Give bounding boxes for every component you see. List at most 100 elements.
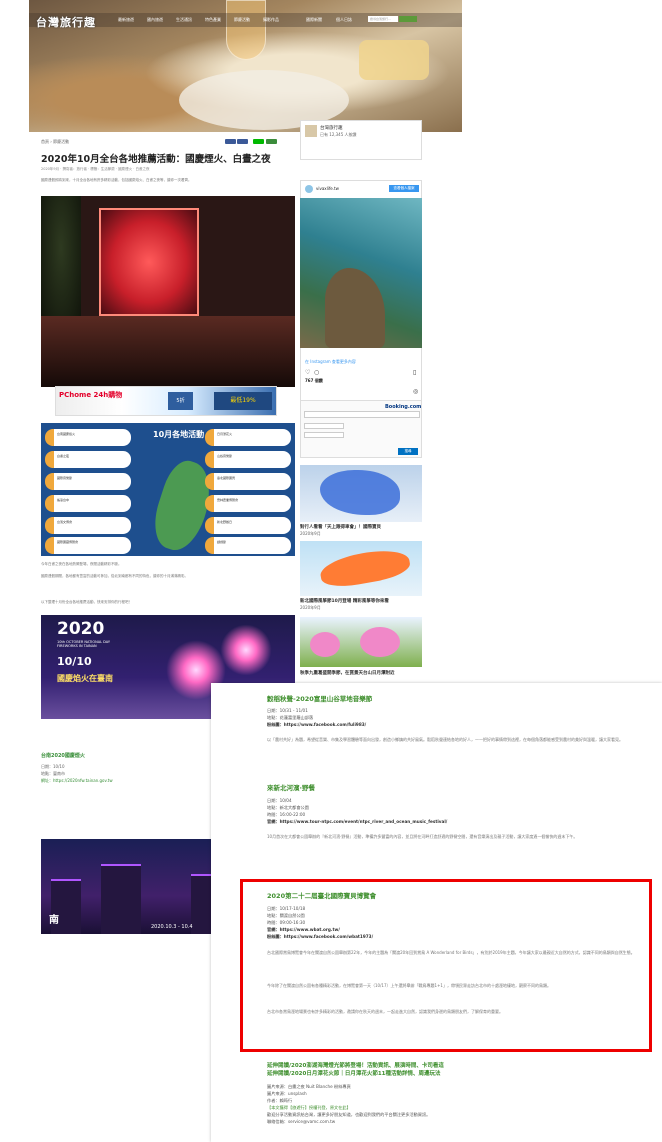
event-line: 地點：新北大都會公園 (267, 805, 309, 810)
event-line: 日期：10/04 (267, 798, 292, 803)
save-button[interactable] (266, 139, 277, 144)
nav-item-industry[interactable]: 特色產業 (205, 17, 221, 23)
poster-subtitle: 10th OCTOBER NATIONAL DAY FIREWORKS IN T… (57, 640, 111, 648)
heart-icon[interactable]: ♡ (305, 369, 310, 376)
fb-page-name[interactable]: 台灣旅行趣 (320, 125, 343, 131)
article-title: 2020年10月全台各地推薦活動：國慶煙火、白晝之夜 (41, 154, 271, 165)
breadcrumb[interactable]: 首頁 › 節慶活動 (41, 139, 69, 145)
credit-line: 歡迎分享活動資訊給台灣，讓更多好朋友知道，也歡迎到我們的平台關注更多活動資訊。 (267, 1112, 431, 1117)
sidebar-post-title[interactable]: 新北國際風箏節10月登場 精彩風箏等你來看 (300, 598, 422, 604)
fb-follow-count: 已有 12,345 人按讚 (320, 132, 357, 137)
section-title: 台南2020國慶煙火 (41, 753, 85, 759)
booking-search-button[interactable]: 搜尋 (398, 448, 418, 455)
nav-item-latest[interactable]: 最新旅遊 (118, 17, 134, 23)
credit-line: 圖片來源：白畫之夜 Nuit Blanche 粉絲專頁 (267, 1084, 351, 1089)
section-line: 日期：10/10 (41, 764, 65, 769)
event-link[interactable]: 官網：https://www.tour-ntpc.com/event/ntpc_… (267, 818, 447, 825)
poster-year: 2020 (57, 619, 105, 639)
ad-promo-2: 最低19% (214, 392, 272, 410)
section-link[interactable]: 網址：https://2020nfw.tainan.gov.tw (41, 778, 113, 784)
photo-label: 南 (49, 915, 59, 926)
glass-stage (99, 208, 199, 316)
event-card: 戲劇節 (205, 537, 291, 554)
event-card: 台灣文博會 (45, 517, 131, 534)
facebook-share-button[interactable] (225, 139, 236, 144)
ig-likes: 767 個讚 (305, 378, 323, 383)
article-intro: 國慶連假即將到來，十月全台各地有許多精彩活動，包括國慶焰火、白晝之夜等，讓你一次… (41, 178, 192, 182)
related-link[interactable]: 延伸閱讀/2020澎湖海灣燈光節將登場！活動資訊、展演時間、卡司看這 (267, 1061, 444, 1069)
nav-item-life[interactable]: 生活通訊 (176, 17, 192, 23)
event-title: 穀稻秋聲-2020富里山谷草地音樂節 (267, 695, 373, 703)
event-line: 日期：10/31 - 11/01 (267, 708, 308, 713)
facebook-like-button[interactable] (237, 139, 248, 144)
event-card: 臺北國際寶貝 (205, 473, 291, 490)
sidebar-post-title[interactable]: 秋季九重葛盛開季節，在賞景天台山日月潭附近 (300, 670, 422, 676)
poster-title: 國慶焰火在臺南 (57, 674, 113, 683)
event-title: 2020第二十二屆臺北國際寶貝博覽會 (267, 892, 377, 900)
building (101, 864, 141, 934)
sidebar-post-title[interactable]: 對行人看看「天上跟得車會」！國際寶貝 (300, 524, 422, 530)
facebook-page-widget[interactable]: 台灣旅行趣 已有 12,345 人按讚 (300, 120, 422, 160)
event-card: 國際寶藏博覽會 (45, 537, 131, 554)
sidebar-post-image[interactable] (300, 541, 422, 596)
event-card: 新北野餐日 (205, 517, 291, 534)
photo-date: 2020.10.3 - 10.4 (151, 924, 193, 930)
event-link[interactable]: 官網：https://www.wbat.org.tw/ (267, 926, 340, 933)
event-description: 台北國際賞鳥博覽會今年在關渡自然公園舉辦第22年，今年的主題為「關渡20年回到賞… (267, 950, 635, 955)
article-paragraph: 國慶連假期間，各地都有豐富的活動可參加，從北到南都有不同的特色，讓你的十月滿滿精… (41, 574, 188, 578)
booking-widget[interactable]: Booking.com 搜尋 (300, 400, 422, 458)
event-card: 台南國慶焰火 (45, 429, 131, 446)
search-button[interactable] (399, 16, 417, 22)
nav-item-photo[interactable]: 攝影作品 (263, 17, 279, 23)
search-input[interactable]: 搜尋台灣旅行... (368, 16, 398, 22)
event-description: 以「農村共好」為題，希望從音樂、市集及學習體驗等面向出發，創造小鄉鎮的共好風氣。… (267, 737, 623, 742)
ig-view-profile-button[interactable]: 查看個人檔案 (389, 185, 419, 192)
instagram-icon[interactable]: ◎ (413, 388, 418, 395)
nav-item-diary[interactable]: 個人日誌 (336, 17, 352, 23)
ad-banner[interactable]: PChome 24h購物 5折 最低19% (55, 386, 277, 416)
credit-source-link[interactable]: 【本文獲得【旅遊行】授權刊登，原文在此】 (267, 1104, 351, 1111)
nuit-blanche-photo (41, 196, 295, 387)
flower (310, 632, 340, 657)
sidebar-post-date: 2020年9月 (300, 531, 321, 536)
event-title: 來新北河濱·野餐 (267, 784, 315, 792)
event-line: 地點：關渡自然公園 (267, 913, 305, 918)
contact-email[interactable]: 聯絡信箱：service@vamc.com.tw (267, 1118, 335, 1125)
infographic-title: 10月各地活動 (153, 430, 205, 439)
checkout-date-select[interactable] (304, 432, 344, 438)
wine-glass-image (226, 0, 266, 60)
article-meta: 2020年9月 · 撰寫者：旅行者 · 標籤：生活節慶 · 國慶煙火 · 白晝之… (41, 167, 150, 171)
event-line: 時間：16:00-22:00 (267, 812, 306, 817)
comment-icon[interactable]: ○ (314, 369, 319, 376)
ad-brand: PChome 24h購物 (59, 391, 123, 399)
sidebar-post-image[interactable] (300, 465, 422, 522)
event-link[interactable]: 粉絲團：https://www.facebook.com/fuli983/ (267, 721, 366, 728)
nav-item-international[interactable]: 國際新聞 (306, 17, 322, 23)
related-link[interactable]: 延伸閱讀/2020日月潭花火節｜日月潭花火節11種活動詳情、周邊玩法 (267, 1069, 440, 1077)
event-link[interactable]: 粉絲團：https://www.facebook.com/wbat1973/ (267, 933, 373, 940)
page-avatar (305, 125, 317, 137)
event-card: 雲林農業博覽會 (205, 495, 291, 512)
credit-line: 作者：賴筠行 (267, 1098, 293, 1103)
cheese-image (359, 40, 429, 80)
event-line: 日期：10/17-10/18 (267, 906, 306, 911)
bookmark-icon[interactable]: ▯ (413, 369, 416, 376)
sidebar-post-image[interactable] (300, 617, 422, 667)
checkin-date-select[interactable] (304, 423, 344, 429)
ig-more-link[interactable]: 在 Instagram 查看更多內容 (305, 359, 356, 365)
site-logo[interactable]: 台灣旅行趣 (36, 14, 96, 30)
crowd (41, 316, 295, 387)
line-share-button[interactable] (253, 139, 264, 144)
event-card: 國際音樂節 (45, 473, 131, 490)
destination-input[interactable] (304, 411, 420, 418)
nav-item-festival[interactable]: 節慶活動 (234, 17, 250, 23)
ig-coastline-photo[interactable] (300, 198, 422, 348)
article-paragraph: 以下整理十月份全台各地推薦活動，快來安排你的行程吧！ (41, 600, 132, 604)
balloon-sculpture (320, 470, 400, 515)
ig-avatar (305, 185, 313, 193)
october-events-infographic: 10月各地活動 台南國慶焰火 白晝之夜 國際音樂節 搖滾台中 台灣文博會 國際寶… (41, 423, 295, 556)
nav-item-domestic[interactable]: 國內旅遊 (147, 17, 163, 23)
credit-line: 圖片來源：unsplash (267, 1091, 307, 1096)
caption: 今年白晝之夜在各地熱鬧登場，夜間活動精彩不斷。 (41, 562, 122, 566)
ig-username[interactable]: vivaxlife.tw (316, 186, 339, 192)
